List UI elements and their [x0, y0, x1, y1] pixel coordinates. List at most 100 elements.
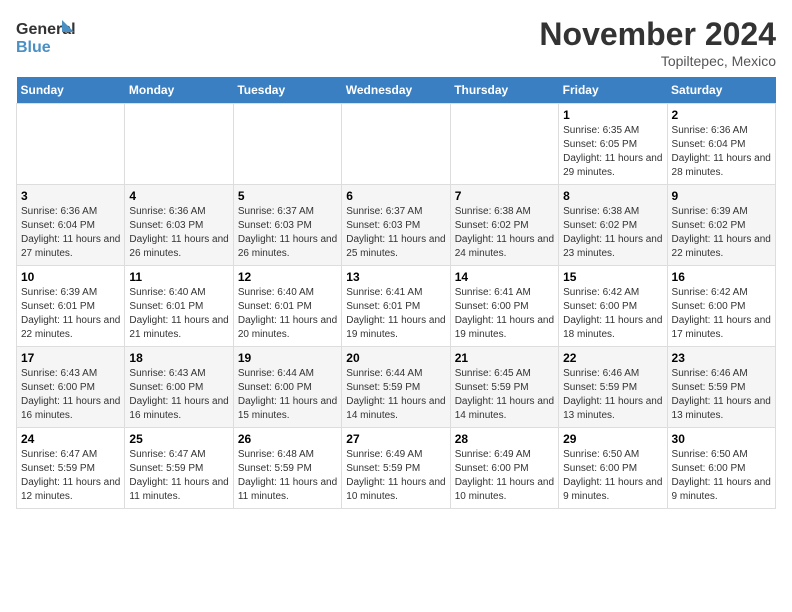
day-number: 19	[238, 351, 337, 365]
weekday-header-sunday: Sunday	[17, 77, 125, 104]
calendar-cell: 28Sunrise: 6:49 AM Sunset: 6:00 PM Dayli…	[450, 428, 558, 509]
calendar-cell	[342, 104, 450, 185]
calendar-cell	[17, 104, 125, 185]
weekday-header-friday: Friday	[559, 77, 667, 104]
weekday-header-tuesday: Tuesday	[233, 77, 341, 104]
month-title: November 2024	[539, 16, 776, 53]
day-info: Sunrise: 6:35 AM Sunset: 6:05 PM Dayligh…	[563, 124, 662, 180]
calendar-cell: 22 Sunrise: 6:46 AM Sunset: 5:59 PM Dayli…	[559, 347, 667, 428]
calendar-cell: 26 Sunrise: 6:48 AM Sunset: 5:59 PM Dayli…	[233, 428, 341, 509]
day-info: Sunrise: 6:43 AM Sunset: 6:00 PM Dayligh…	[21, 367, 120, 423]
day-number: 9	[672, 189, 771, 203]
day-number: 3	[21, 189, 120, 203]
page-header: GeneralBlue November 2024 Topiltepec, Me…	[16, 16, 776, 69]
calendar-cell: 21Sunrise: 6:45 AM Sunset: 5:59 PM Dayli…	[450, 347, 558, 428]
calendar-cell: 10Sunrise: 6:39 AM Sunset: 6:01 PM Dayli…	[17, 266, 125, 347]
day-number: 13	[346, 270, 445, 284]
day-number: 20	[346, 351, 445, 365]
week-row-3: 17 Sunrise: 6:43 AM Sunset: 6:00 PM Dayli…	[17, 347, 776, 428]
logo-icon: GeneralBlue	[16, 16, 76, 56]
calendar-cell: 7Sunrise: 6:38 AM Sunset: 6:02 PM Daylig…	[450, 185, 558, 266]
day-info: Sunrise: 6:36 AM Sunset: 6:04 PM Dayligh…	[672, 124, 771, 180]
day-info: Sunrise: 6:41 AM Sunset: 6:00 PM Dayligh…	[455, 286, 554, 342]
day-number: 14	[455, 270, 554, 284]
calendar-cell: 15 Sunrise: 6:42 AM Sunset: 6:00 PM Dayli…	[559, 266, 667, 347]
day-info: Sunrise: 6:44 AM Sunset: 6:00 PM Dayligh…	[238, 367, 337, 423]
calendar-cell: 27 Sunrise: 6:49 AM Sunset: 5:59 PM Dayli…	[342, 428, 450, 509]
calendar-cell: 1 Sunrise: 6:35 AM Sunset: 6:05 PM Daylig…	[559, 104, 667, 185]
day-number: 2	[672, 108, 771, 122]
day-info: Sunrise: 6:48 AM Sunset: 5:59 PM Dayligh…	[238, 448, 337, 504]
day-info: Sunrise: 6:39 AM Sunset: 6:02 PM Dayligh…	[672, 205, 771, 261]
day-number: 16	[672, 270, 771, 284]
day-info: Sunrise: 6:39 AM Sunset: 6:01 PM Dayligh…	[21, 286, 120, 342]
calendar-cell: 14 Sunrise: 6:41 AM Sunset: 6:00 PM Dayli…	[450, 266, 558, 347]
calendar-table: SundayMondayTuesdayWednesdayThursdayFrid…	[16, 77, 776, 509]
svg-text:Blue: Blue	[16, 39, 51, 56]
day-info: Sunrise: 6:38 AM Sunset: 6:02 PM Dayligh…	[563, 205, 662, 261]
calendar-cell: 4Sunrise: 6:36 AM Sunset: 6:03 PM Daylig…	[125, 185, 233, 266]
calendar-cell: 18 Sunrise: 6:43 AM Sunset: 6:00 PM Dayli…	[125, 347, 233, 428]
day-info: Sunrise: 6:37 AM Sunset: 6:03 PM Dayligh…	[238, 205, 337, 261]
day-number: 24	[21, 432, 120, 446]
day-info: Sunrise: 6:40 AM Sunset: 6:01 PM Dayligh…	[129, 286, 228, 342]
day-info: Sunrise: 6:50 AM Sunset: 6:00 PM Dayligh…	[672, 448, 771, 504]
week-row-1: 3 Sunrise: 6:36 AM Sunset: 6:04 PM Daylig…	[17, 185, 776, 266]
calendar-cell: 13 Sunrise: 6:41 AM Sunset: 6:01 PM Dayli…	[342, 266, 450, 347]
day-number: 29	[563, 432, 662, 446]
day-number: 12	[238, 270, 337, 284]
calendar-cell: 25Sunrise: 6:47 AM Sunset: 5:59 PM Dayli…	[125, 428, 233, 509]
weekday-header-monday: Monday	[125, 77, 233, 104]
day-number: 22	[563, 351, 662, 365]
calendar-cell: 12Sunrise: 6:40 AM Sunset: 6:01 PM Dayli…	[233, 266, 341, 347]
day-number: 15	[563, 270, 662, 284]
day-info: Sunrise: 6:42 AM Sunset: 6:00 PM Dayligh…	[563, 286, 662, 342]
logo: GeneralBlue	[16, 16, 76, 56]
week-row-4: 24 Sunrise: 6:47 AM Sunset: 5:59 PM Dayli…	[17, 428, 776, 509]
day-number: 8	[563, 189, 662, 203]
week-row-2: 10Sunrise: 6:39 AM Sunset: 6:01 PM Dayli…	[17, 266, 776, 347]
day-number: 23	[672, 351, 771, 365]
day-info: Sunrise: 6:37 AM Sunset: 6:03 PM Dayligh…	[346, 205, 445, 261]
title-block: November 2024 Topiltepec, Mexico	[539, 16, 776, 69]
calendar-cell: 3 Sunrise: 6:36 AM Sunset: 6:04 PM Daylig…	[17, 185, 125, 266]
day-number: 1	[563, 108, 662, 122]
day-number: 27	[346, 432, 445, 446]
calendar-cell: 23Sunrise: 6:46 AM Sunset: 5:59 PM Dayli…	[667, 347, 775, 428]
calendar-cell: 30 Sunrise: 6:50 AM Sunset: 6:00 PM Dayli…	[667, 428, 775, 509]
calendar-cell: 11 Sunrise: 6:40 AM Sunset: 6:01 PM Dayli…	[125, 266, 233, 347]
day-info: Sunrise: 6:44 AM Sunset: 5:59 PM Dayligh…	[346, 367, 445, 423]
day-info: Sunrise: 6:49 AM Sunset: 5:59 PM Dayligh…	[346, 448, 445, 504]
day-number: 30	[672, 432, 771, 446]
calendar-cell	[233, 104, 341, 185]
day-info: Sunrise: 6:36 AM Sunset: 6:03 PM Dayligh…	[129, 205, 228, 261]
day-info: Sunrise: 6:36 AM Sunset: 6:04 PM Dayligh…	[21, 205, 120, 261]
week-row-0: 1 Sunrise: 6:35 AM Sunset: 6:05 PM Daylig…	[17, 104, 776, 185]
day-info: Sunrise: 6:49 AM Sunset: 6:00 PM Dayligh…	[455, 448, 554, 504]
location: Topiltepec, Mexico	[539, 53, 776, 69]
calendar-cell: 20 Sunrise: 6:44 AM Sunset: 5:59 PM Dayli…	[342, 347, 450, 428]
day-number: 17	[21, 351, 120, 365]
calendar-cell	[125, 104, 233, 185]
day-info: Sunrise: 6:41 AM Sunset: 6:01 PM Dayligh…	[346, 286, 445, 342]
calendar-cell: 16 Sunrise: 6:42 AM Sunset: 6:00 PM Dayli…	[667, 266, 775, 347]
day-number: 11	[129, 270, 228, 284]
weekday-header-row: SundayMondayTuesdayWednesdayThursdayFrid…	[17, 77, 776, 104]
calendar-cell: 19 Sunrise: 6:44 AM Sunset: 6:00 PM Dayli…	[233, 347, 341, 428]
day-number: 18	[129, 351, 228, 365]
day-info: Sunrise: 6:45 AM Sunset: 5:59 PM Dayligh…	[455, 367, 554, 423]
day-number: 26	[238, 432, 337, 446]
day-info: Sunrise: 6:42 AM Sunset: 6:00 PM Dayligh…	[672, 286, 771, 342]
day-number: 5	[238, 189, 337, 203]
calendar-cell: 9 Sunrise: 6:39 AM Sunset: 6:02 PM Daylig…	[667, 185, 775, 266]
calendar-cell: 8 Sunrise: 6:38 AM Sunset: 6:02 PM Daylig…	[559, 185, 667, 266]
day-info: Sunrise: 6:46 AM Sunset: 5:59 PM Dayligh…	[563, 367, 662, 423]
day-number: 6	[346, 189, 445, 203]
calendar-cell: 2 Sunrise: 6:36 AM Sunset: 6:04 PM Daylig…	[667, 104, 775, 185]
day-info: Sunrise: 6:47 AM Sunset: 5:59 PM Dayligh…	[21, 448, 120, 504]
calendar-cell: 5 Sunrise: 6:37 AM Sunset: 6:03 PM Daylig…	[233, 185, 341, 266]
weekday-header-wednesday: Wednesday	[342, 77, 450, 104]
day-info: Sunrise: 6:43 AM Sunset: 6:00 PM Dayligh…	[129, 367, 228, 423]
day-info: Sunrise: 6:47 AM Sunset: 5:59 PM Dayligh…	[129, 448, 228, 504]
calendar-cell: 6 Sunrise: 6:37 AM Sunset: 6:03 PM Daylig…	[342, 185, 450, 266]
